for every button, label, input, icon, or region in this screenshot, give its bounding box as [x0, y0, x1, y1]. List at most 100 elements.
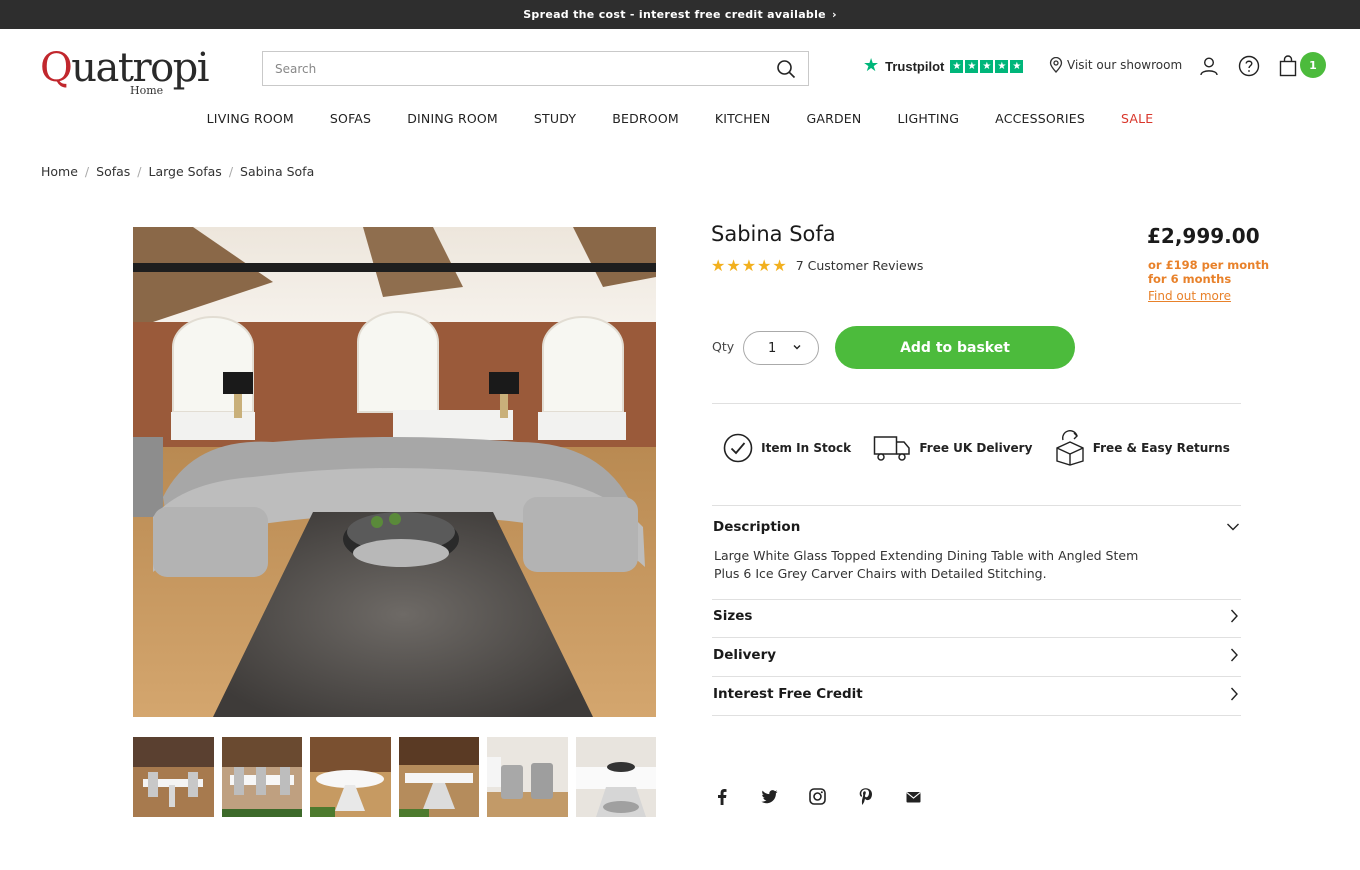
accordion-title: Delivery — [713, 647, 777, 663]
accordion-title: Interest Free Credit — [713, 686, 863, 702]
product-title: Sabina Sofa — [711, 222, 836, 246]
nav-item-living-room[interactable]: LIVING ROOM — [207, 111, 294, 126]
trustpilot-label: Trustpilot — [885, 58, 945, 74]
pinterest-share[interactable] — [855, 786, 876, 807]
accordion-delivery-header[interactable]: Delivery — [713, 647, 1240, 663]
twitter-share[interactable] — [759, 786, 780, 807]
nav-item-dining-room[interactable]: DINING ROOM — [407, 111, 498, 126]
breadcrumb-separator: / — [228, 164, 234, 179]
logo-wordmark: Quatropi — [40, 45, 210, 91]
divider — [712, 676, 1241, 677]
trustpilot-widget[interactable]: ★ Trustpilot ★ ★ ★ ★ ★ — [863, 55, 1024, 76]
map-pin-icon — [1049, 57, 1063, 73]
chevron-down-icon — [1227, 523, 1239, 531]
help-icon — [1238, 55, 1260, 77]
usp-row: Item In Stock Free UK Delivery Free & Ea… — [712, 430, 1241, 466]
account-button[interactable] — [1197, 54, 1221, 78]
basket-button[interactable] — [1276, 54, 1300, 78]
usp-in-stock: Item In Stock — [723, 433, 851, 463]
breadcrumb-large-sofas[interactable]: Large Sofas — [149, 164, 222, 179]
usp-label: Item In Stock — [761, 441, 852, 455]
usp-returns: Free & Easy Returns — [1055, 430, 1230, 466]
trustpilot-star-icon: ★ — [863, 55, 880, 76]
user-icon — [1200, 57, 1218, 76]
thumbnail[interactable] — [487, 737, 568, 817]
nav-item-study[interactable]: STUDY — [534, 111, 576, 126]
search-button[interactable] — [764, 52, 808, 85]
thumbnail[interactable] — [398, 737, 479, 817]
social-share — [711, 786, 924, 807]
truck-icon — [874, 436, 911, 461]
description-text: Large White Glass Topped Extending Dinin… — [714, 548, 1139, 581]
nav-item-kitchen[interactable]: KITCHEN — [715, 111, 771, 126]
email-share[interactable] — [903, 786, 924, 807]
divider — [712, 403, 1241, 404]
help-button[interactable] — [1237, 54, 1261, 78]
accordion-credit-header[interactable]: Interest Free Credit — [713, 686, 1240, 702]
thumbnail[interactable] — [575, 737, 656, 817]
trustpilot-rating-star: ★ — [995, 59, 1009, 73]
sofa-room-image — [133, 227, 656, 717]
breadcrumb-separator: / — [137, 164, 142, 179]
thumbnail[interactable] — [221, 737, 302, 817]
promo-bar[interactable]: Spread the cost - interest free credit a… — [0, 0, 1360, 29]
accordion-description-header[interactable]: Description — [713, 519, 1240, 535]
chevron-right-icon — [1230, 687, 1238, 701]
basket-count-badge[interactable]: 1 — [1300, 52, 1326, 78]
thumbnail[interactable] — [133, 737, 214, 817]
search-input[interactable] — [263, 52, 764, 85]
usp-label: Free UK Delivery — [919, 441, 1033, 455]
nav-item-sofas[interactable]: SOFAS — [330, 111, 371, 126]
add-to-basket-button[interactable]: Add to basket — [835, 326, 1075, 369]
trustpilot-rating: ★ ★ ★ ★ ★ — [950, 59, 1024, 73]
qty-label: Qty — [712, 339, 735, 354]
divider — [712, 637, 1241, 638]
chevron-right-icon — [1230, 648, 1238, 662]
qty-value: 1 — [768, 340, 777, 356]
product-rating[interactable]: ★★★★★ 7 Customer Reviews — [711, 256, 923, 275]
thumbnail[interactable] — [310, 737, 391, 817]
nav-item-accessories[interactable]: ACCESSORIES — [995, 111, 1085, 126]
trustpilot-rating-star: ★ — [1010, 59, 1024, 73]
twitter-icon — [761, 789, 778, 803]
find-out-more-link[interactable]: Find out more — [1148, 289, 1231, 303]
product-price: £2,999.00 — [1147, 224, 1260, 248]
qty-select[interactable]: 1 — [743, 331, 819, 365]
chevron-down-icon — [793, 345, 801, 350]
reviews-link[interactable]: 7 Customer Reviews — [796, 258, 924, 273]
trustpilot-rating-star: ★ — [965, 59, 979, 73]
usp-free-delivery: Free UK Delivery — [873, 434, 1032, 462]
chevron-right-icon: › — [831, 8, 837, 21]
basket-icon — [1279, 55, 1297, 77]
breadcrumb-home[interactable]: Home — [41, 164, 78, 179]
rating-stars-icon: ★★★★★ — [711, 256, 788, 275]
search-icon — [777, 59, 796, 78]
chevron-right-icon — [1230, 609, 1238, 623]
divider — [712, 599, 1241, 600]
breadcrumb: Home / Sofas / Large Sofas / Sabina Sofa — [41, 164, 314, 179]
product-main-image[interactable] — [133, 227, 656, 717]
main-navigation: LIVING ROOM SOFAS DINING ROOM STUDY BEDR… — [0, 111, 1360, 126]
accordion-title: Sizes — [713, 608, 753, 624]
instagram-share[interactable] — [807, 786, 828, 807]
divider — [712, 505, 1241, 506]
breadcrumb-separator: / — [84, 164, 90, 179]
showroom-link[interactable]: Visit our showroom — [1049, 57, 1182, 73]
trustpilot-rating-star: ★ — [980, 59, 994, 73]
check-circle-icon — [723, 433, 753, 463]
accordion-sizes-header[interactable]: Sizes — [713, 608, 1240, 624]
nav-item-sale[interactable]: SALE — [1121, 111, 1153, 126]
facebook-icon — [717, 788, 726, 805]
search-bar — [262, 51, 809, 86]
showroom-label: Visit our showroom — [1067, 58, 1183, 72]
nav-item-lighting[interactable]: LIGHTING — [897, 111, 959, 126]
nav-item-garden[interactable]: GARDEN — [806, 111, 861, 126]
site-logo[interactable]: Quatropi Home — [40, 48, 210, 100]
nav-item-bedroom[interactable]: BEDROOM — [612, 111, 679, 126]
email-icon — [906, 791, 921, 802]
facebook-share[interactable] — [711, 786, 732, 807]
trustpilot-rating-star: ★ — [950, 59, 964, 73]
breadcrumb-sofas[interactable]: Sofas — [96, 164, 130, 179]
instagram-icon — [809, 788, 826, 805]
divider — [712, 715, 1241, 716]
